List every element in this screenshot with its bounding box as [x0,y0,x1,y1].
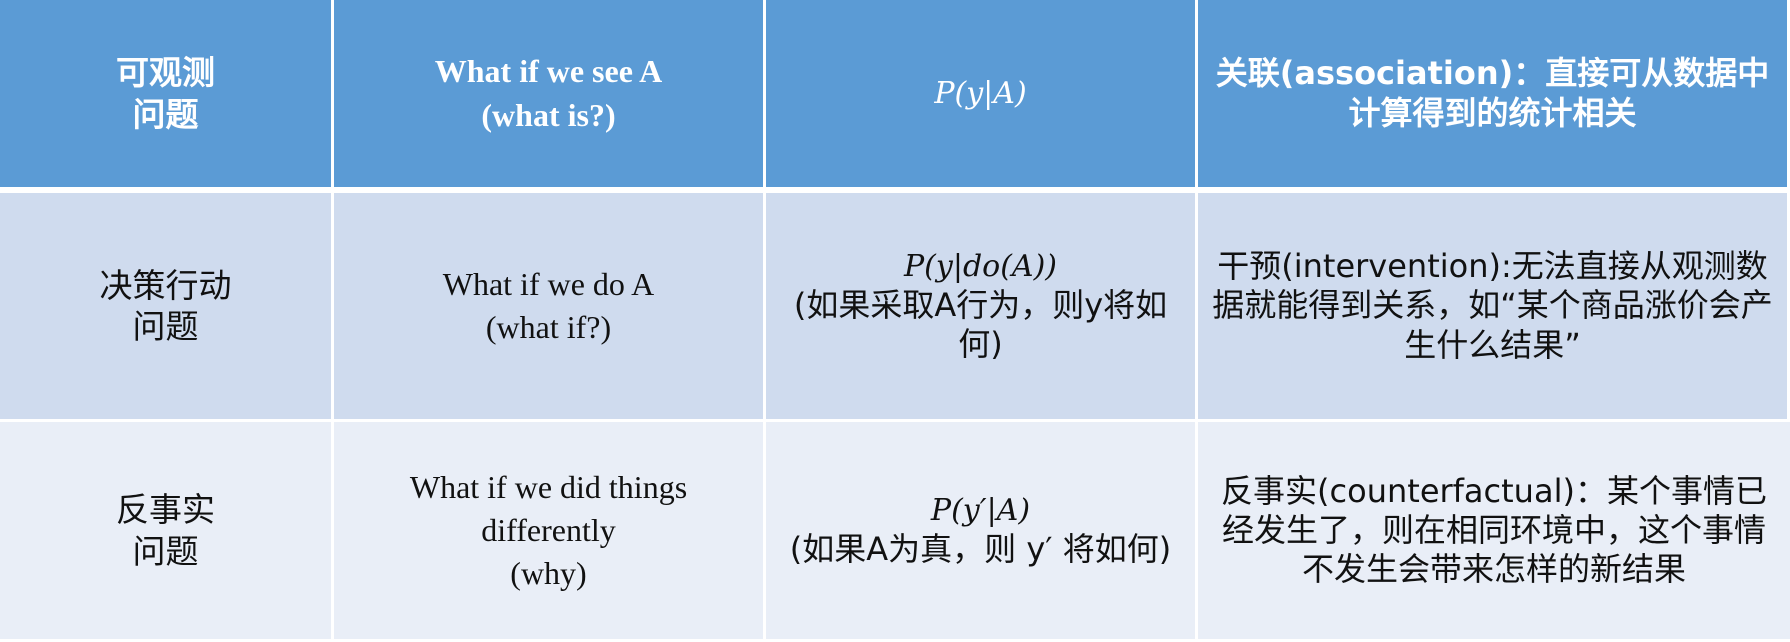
row-1-question-line-2: (what if?) [485,309,612,345]
row-1-question-cell: What if we do A (what if?) [334,193,766,422]
row-2-category-cell: 反事实 问题 [0,422,334,642]
row-2-question-line-1: What if we did things differently [409,468,688,548]
header-question-line-1: What if we see A [434,53,663,90]
row-2-description-cell: 反事实(counterfactual)：某个事情已经发生了，则在相同环境中，这个… [1198,422,1790,642]
row-1-formula-cell: P(y|do(A)) (如果采取A行为，则y将如何) [766,193,1198,422]
row-2-category-line-2: 问题 [132,531,199,571]
header-description: 关联(association)：直接可从数据中计算得到的统计相关 [1215,54,1770,132]
row-1-description-cell: 干预(intervention):无法直接从观测数据就能得到关系，如“某个商品涨… [1198,193,1790,422]
header-formula: P(y|A) [934,75,1027,111]
row-1-category-cell: 决策行动 问题 [0,193,334,422]
row-2-category-line-1: 反事实 [116,490,215,530]
header-formula-cell: P(y|A) [766,0,1198,193]
header-description-cell: 关联(association)：直接可从数据中计算得到的统计相关 [1198,0,1790,193]
row-2-formula-note: (如果A为真，则 y′ 将如何) [789,529,1172,568]
header-question-line-2: (what is?) [481,96,616,133]
row-1-description: 干预(intervention):无法直接从观测数据就能得到关系，如“某个商品涨… [1212,247,1773,364]
row-1-question-line-1: What if we do A [442,265,655,302]
row-2-question-line-2: (why) [510,555,587,592]
row-2-formula: P(y′|A) [930,493,1031,529]
row-2-question-cell: What if we did things differently (why) [334,422,766,642]
row-2-formula-cell: P(y′|A) (如果A为真，则 y′ 将如何) [766,422,1198,642]
row-1-formula: P(y|do(A)) [904,249,1057,285]
header-question-cell: What if we see A (what is?) [334,0,766,193]
row-2-description: 反事实(counterfactual)：某个事情已经发生了，则在相同环境中，这个… [1221,471,1767,589]
header-category-cell: 可观测 问题 [0,0,334,193]
comparison-table: 可观测 问题 What if we see A (what is?) P(y|A… [0,0,1790,642]
row-1-formula-note: (如果采取A行为，则y将如何) [793,285,1168,363]
row-1-category-line-2: 问题 [132,307,199,346]
header-category-line-1: 可观测 [116,53,215,93]
row-1-category-line-1: 决策行动 [99,265,232,305]
header-category-line-2: 问题 [132,94,199,134]
